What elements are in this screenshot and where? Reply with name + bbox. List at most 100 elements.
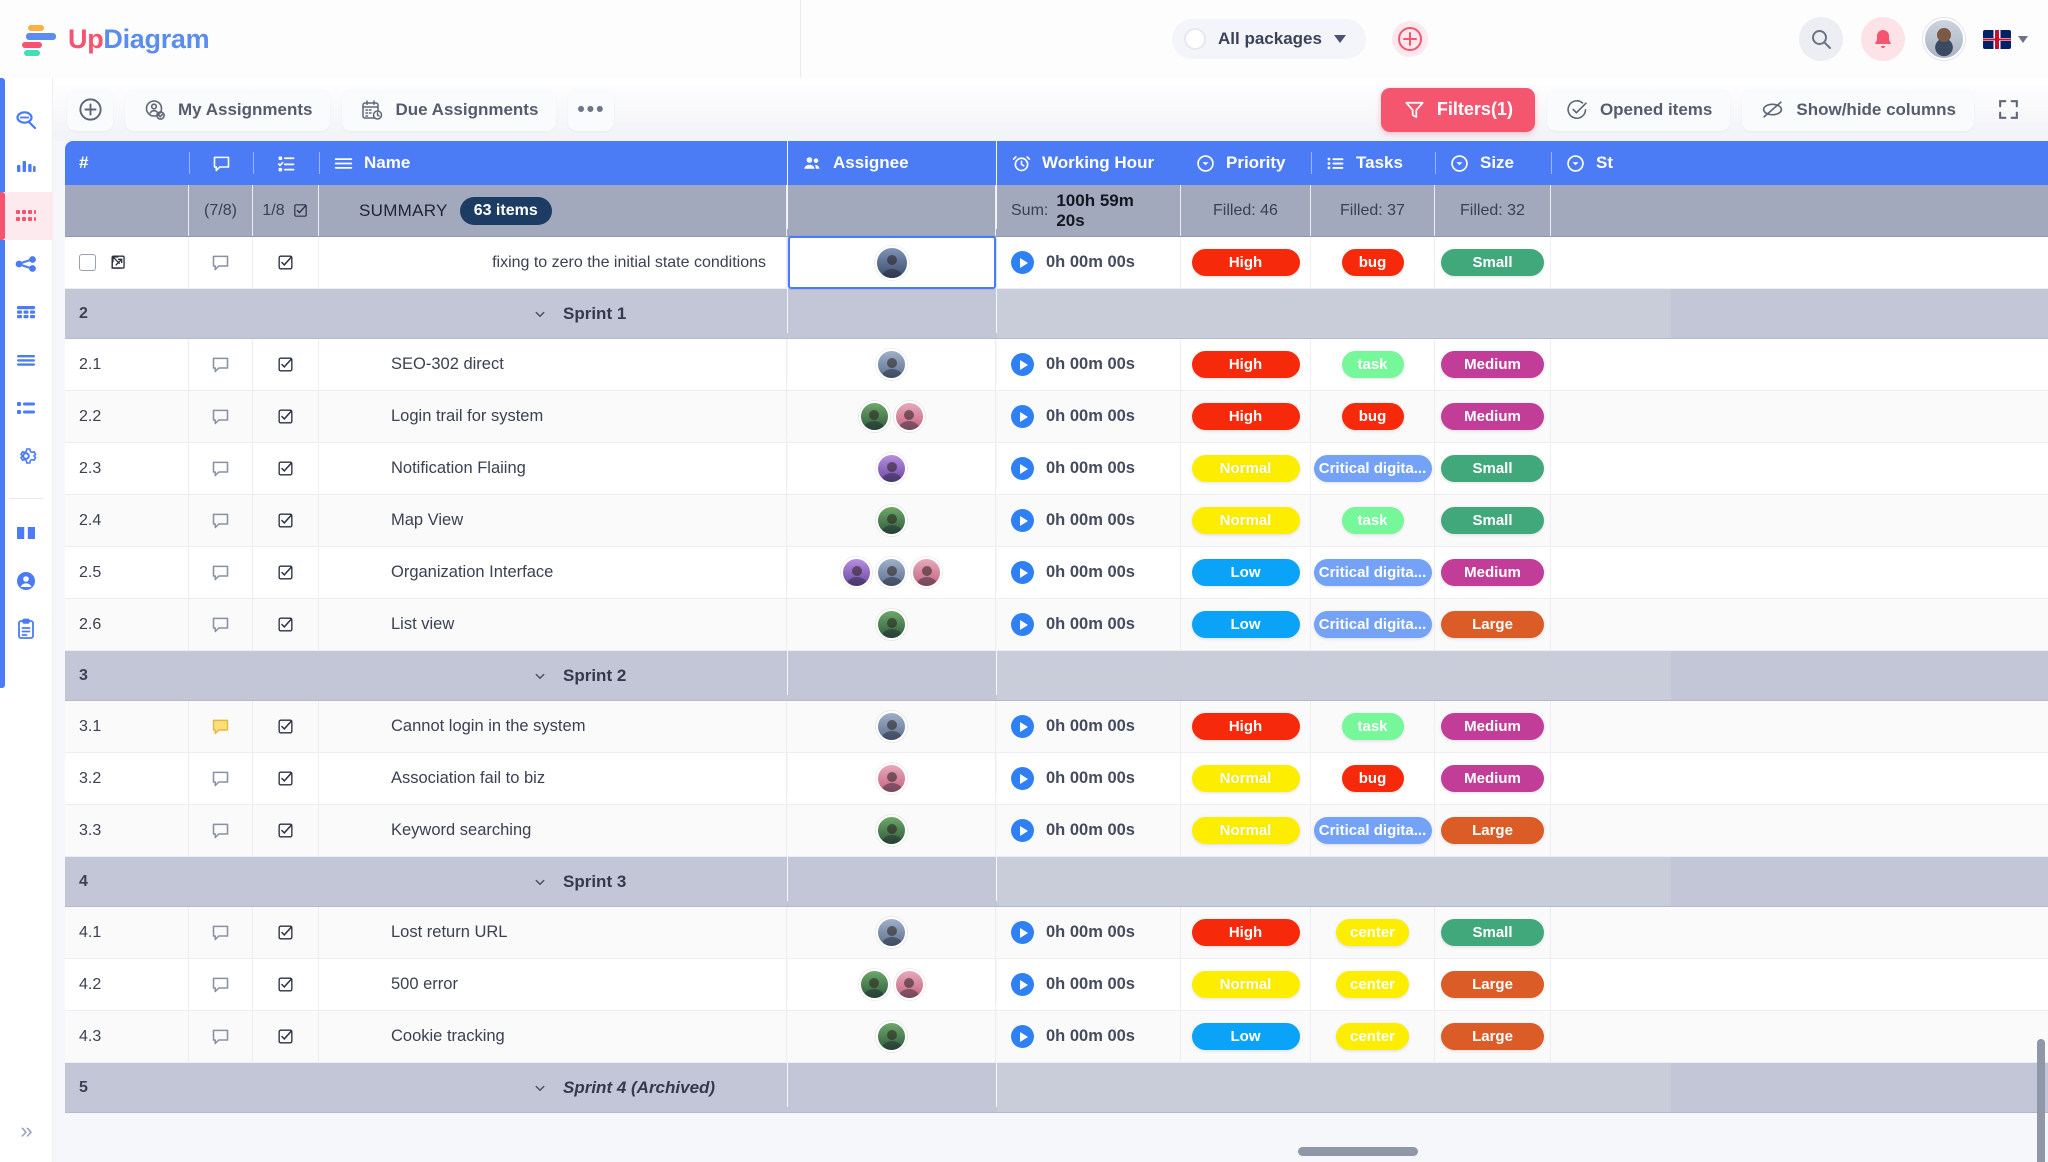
sidebar-item-docs[interactable] bbox=[0, 509, 53, 557]
avatar[interactable] bbox=[893, 401, 925, 432]
opened-items-button[interactable]: Opened items bbox=[1546, 88, 1731, 131]
play-timer-icon[interactable] bbox=[1011, 251, 1034, 274]
row-comment-cell[interactable] bbox=[189, 1011, 253, 1062]
avatar[interactable] bbox=[841, 557, 872, 588]
avatar[interactable] bbox=[876, 763, 907, 794]
row-status-cell[interactable] bbox=[1551, 1011, 1671, 1062]
avatar[interactable] bbox=[858, 401, 890, 432]
row-checklist-cell[interactable] bbox=[253, 1011, 319, 1062]
row-working-hour-cell[interactable]: 0h 00m 00s bbox=[997, 753, 1181, 804]
column-header-size[interactable]: Size bbox=[1435, 141, 1551, 185]
row-priority-cell[interactable]: Normal bbox=[1181, 753, 1311, 804]
row-comment-cell[interactable] bbox=[189, 599, 253, 650]
row-working-hour-cell[interactable]: 0h 00m 00s bbox=[997, 237, 1181, 288]
column-header-chat[interactable] bbox=[189, 141, 253, 185]
row-size-cell[interactable]: Medium bbox=[1435, 391, 1551, 442]
group-row[interactable]: 2 Sprint 1 bbox=[65, 289, 2048, 339]
row-size-cell[interactable]: Medium bbox=[1435, 701, 1551, 752]
sidebar-item-detail-list[interactable] bbox=[0, 384, 53, 432]
play-timer-icon[interactable] bbox=[1011, 613, 1034, 636]
row-tasks-cell[interactable]: Critical digita... bbox=[1311, 805, 1435, 856]
row-size-cell[interactable]: Large bbox=[1435, 805, 1551, 856]
table-row[interactable]: 4.1 Lost return URL 0h 00m 00s High center S… bbox=[65, 907, 2048, 959]
row-checklist-cell[interactable] bbox=[253, 805, 319, 856]
row-name-cell[interactable]: fixing to zero the initial state conditi… bbox=[319, 237, 787, 288]
language-selector[interactable] bbox=[1983, 29, 2028, 49]
more-options-button[interactable]: ••• bbox=[568, 88, 615, 131]
row-assignee-cell[interactable] bbox=[788, 1011, 996, 1062]
row-checklist-cell[interactable] bbox=[253, 495, 319, 546]
row-working-hour-cell[interactable]: 0h 00m 00s bbox=[997, 701, 1181, 752]
row-comment-cell[interactable] bbox=[189, 339, 253, 390]
row-priority-cell[interactable]: Low bbox=[1181, 1011, 1311, 1062]
row-status-cell[interactable] bbox=[1551, 391, 1671, 442]
row-checklist-cell[interactable] bbox=[253, 753, 319, 804]
play-timer-icon[interactable] bbox=[1011, 819, 1034, 842]
open-detail-icon[interactable] bbox=[109, 253, 128, 272]
filters-button[interactable]: Filters(1) bbox=[1380, 87, 1535, 132]
sidebar-expand-button[interactable]: » bbox=[0, 1118, 53, 1144]
avatar[interactable] bbox=[876, 815, 907, 846]
search-button[interactable] bbox=[1799, 17, 1843, 61]
sidebar-item-support[interactable] bbox=[0, 557, 53, 605]
row-size-cell[interactable]: Medium bbox=[1435, 547, 1551, 598]
row-name-cell[interactable]: 500 error bbox=[319, 959, 787, 1010]
table-row[interactable]: 2.2 Login trail for system 0h 00m 00s High… bbox=[65, 391, 2048, 443]
row-tasks-cell[interactable]: Critical digita... bbox=[1311, 443, 1435, 494]
row-working-hour-cell[interactable]: 0h 00m 00s bbox=[997, 907, 1181, 958]
row-size-cell[interactable]: Small bbox=[1435, 443, 1551, 494]
row-name-cell[interactable]: Cookie tracking bbox=[319, 1011, 787, 1062]
group-row[interactable]: 5 Sprint 4 (Archived) bbox=[65, 1063, 2048, 1113]
row-priority-cell[interactable]: Normal bbox=[1181, 495, 1311, 546]
table-row[interactable]: 2.1 SEO-302 direct 0h 00m 00s High task Medi… bbox=[65, 339, 2048, 391]
show-hide-columns-button[interactable]: Show/hide columns bbox=[1742, 88, 1974, 131]
row-priority-cell[interactable]: High bbox=[1181, 907, 1311, 958]
play-timer-icon[interactable] bbox=[1011, 457, 1034, 480]
sidebar-item-table[interactable] bbox=[0, 288, 53, 336]
add-package-button[interactable] bbox=[1391, 21, 1428, 57]
row-comment-cell[interactable] bbox=[189, 701, 253, 752]
row-status-cell[interactable] bbox=[1551, 959, 1671, 1010]
play-timer-icon[interactable] bbox=[1011, 353, 1034, 376]
chevron-down-icon[interactable] bbox=[531, 667, 549, 685]
row-status-cell[interactable] bbox=[1551, 339, 1671, 390]
row-priority-cell[interactable]: High bbox=[1181, 391, 1311, 442]
row-working-hour-cell[interactable]: 0h 00m 00s bbox=[997, 339, 1181, 390]
table-row[interactable]: fixing to zero the initial state conditi… bbox=[65, 236, 2048, 289]
avatar[interactable] bbox=[876, 557, 907, 588]
avatar[interactable] bbox=[911, 557, 942, 588]
row-comment-cell[interactable] bbox=[189, 391, 253, 442]
chevron-down-icon[interactable] bbox=[531, 1079, 549, 1097]
row-priority-cell[interactable]: Low bbox=[1181, 547, 1311, 598]
row-working-hour-cell[interactable]: 0h 00m 00s bbox=[997, 1011, 1181, 1062]
row-size-cell[interactable]: Large bbox=[1435, 599, 1551, 650]
row-select-cell[interactable] bbox=[65, 237, 189, 288]
row-name-cell[interactable]: SEO-302 direct bbox=[319, 339, 787, 390]
avatar[interactable] bbox=[876, 505, 907, 536]
row-checklist-cell[interactable] bbox=[253, 959, 319, 1010]
row-assignee-cell[interactable] bbox=[788, 391, 996, 442]
row-tasks-cell[interactable]: center bbox=[1311, 1011, 1435, 1062]
table-container[interactable]: # Name Assignee Working Hour Priority Tas… bbox=[53, 141, 2048, 1162]
row-name-cell[interactable]: Association fail to biz bbox=[319, 753, 787, 804]
avatar[interactable] bbox=[876, 453, 907, 484]
column-header-check[interactable] bbox=[253, 141, 319, 185]
row-priority-cell[interactable]: High bbox=[1181, 701, 1311, 752]
row-checklist-cell[interactable] bbox=[253, 443, 319, 494]
row-comment-cell[interactable] bbox=[189, 959, 253, 1010]
add-item-button[interactable] bbox=[67, 88, 113, 131]
column-header-assignee[interactable]: Assignee bbox=[788, 141, 996, 185]
row-assignee-cell[interactable] bbox=[788, 443, 996, 494]
row-size-cell[interactable]: Small bbox=[1435, 495, 1551, 546]
avatar[interactable] bbox=[876, 1021, 907, 1052]
row-tasks-cell[interactable]: Critical digita... bbox=[1311, 599, 1435, 650]
row-size-cell[interactable]: Small bbox=[1435, 237, 1551, 288]
row-working-hour-cell[interactable]: 0h 00m 00s bbox=[997, 547, 1181, 598]
row-working-hour-cell[interactable]: 0h 00m 00s bbox=[997, 443, 1181, 494]
sidebar-item-settings[interactable] bbox=[0, 432, 53, 480]
row-priority-cell[interactable]: Low bbox=[1181, 599, 1311, 650]
avatar[interactable] bbox=[876, 349, 907, 380]
row-size-cell[interactable]: Medium bbox=[1435, 339, 1551, 390]
row-size-cell[interactable]: Small bbox=[1435, 907, 1551, 958]
notifications-button[interactable] bbox=[1861, 17, 1905, 61]
